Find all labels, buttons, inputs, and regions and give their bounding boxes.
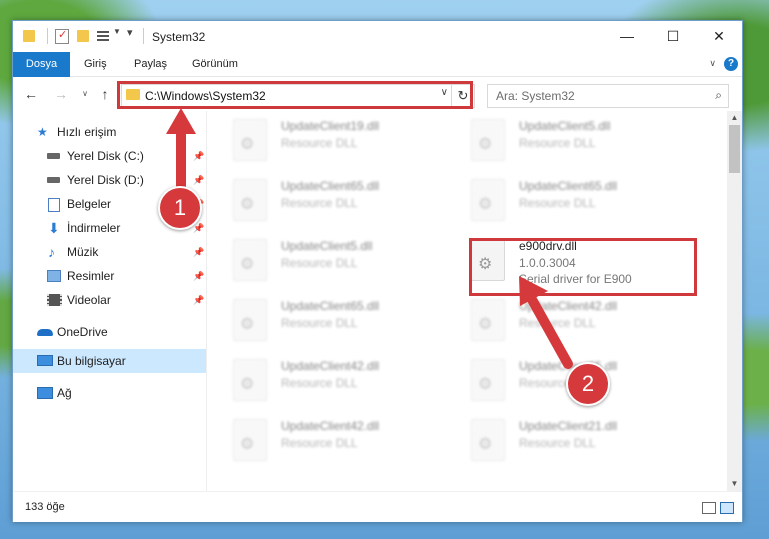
arrow-to-file [519, 276, 573, 369]
annotation-arrows [166, 108, 573, 369]
step-1-badge: 1 [158, 186, 202, 230]
step-2-badge: 2 [566, 362, 610, 406]
arrow-to-address-bar [166, 108, 196, 191]
